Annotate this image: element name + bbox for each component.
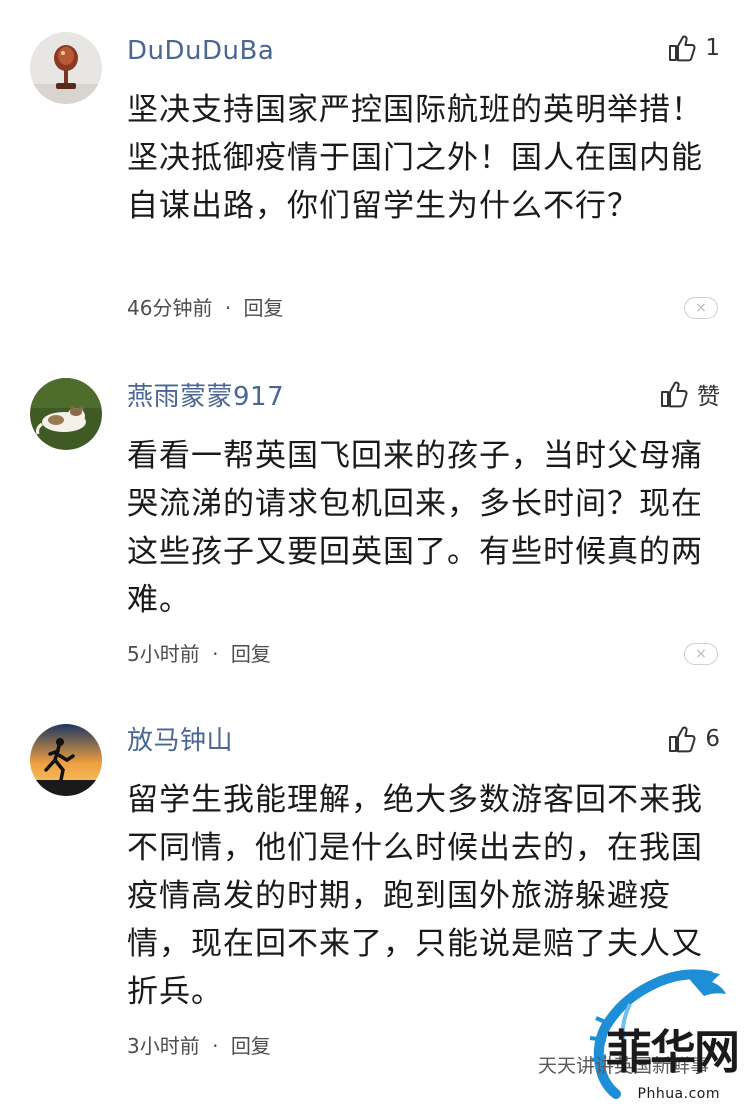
like-button[interactable]: 1 [667, 31, 720, 65]
trophy-avatar-image [30, 32, 102, 104]
comment-text: 看看一帮英国飞回来的孩子，当时父母痛哭流涕的请求包机回来，多长时间？现在这些孩子… [127, 438, 703, 618]
like-count: 1 [705, 35, 720, 61]
runner-sunset-avatar-image [30, 724, 102, 796]
comment-time: 5小时前 [127, 642, 200, 666]
comment-item: DuDuDuBa 1 坚决支持国家严控国际航班的英明举措！坚决抵御疫情于国门之外… [0, 0, 750, 350]
watermark-brand: 菲华网 [606, 1025, 740, 1079]
avatar[interactable] [30, 378, 102, 450]
like-button[interactable]: 赞 [659, 377, 720, 411]
reply-button[interactable]: 回复 [231, 642, 271, 666]
thumbs-up-icon [661, 381, 688, 408]
reply-button[interactable]: 回复 [244, 296, 284, 320]
comment-item: 燕雨蒙蒙917 赞 看看一帮英国飞回来的孩子，当时父母痛哭流涕的请求包机回来，多… [0, 350, 750, 700]
close-icon: × [695, 300, 707, 316]
meta-separator: · [224, 296, 232, 320]
cat-avatar-image [30, 378, 102, 450]
comment-meta: 46分钟前 · 回复 [127, 294, 284, 322]
meta-separator: · [212, 1034, 219, 1058]
comment-time: 46分钟前 [127, 296, 213, 320]
dismiss-button[interactable]: × [684, 297, 718, 319]
comment-time: 3小时前 [127, 1034, 200, 1058]
avatar[interactable] [30, 724, 102, 796]
like-count: 6 [705, 726, 720, 752]
watermark-site: Phhua.com [637, 1086, 720, 1102]
username[interactable]: DuDuDuBa [127, 34, 274, 68]
close-icon: × [695, 646, 707, 662]
comment-meta: 3小时前 · 回复 [127, 1032, 271, 1060]
reply-button[interactable]: 回复 [231, 1034, 271, 1058]
avatar[interactable] [30, 32, 102, 104]
comment-meta: 5小时前 · 回复 [127, 640, 271, 668]
dismiss-button[interactable]: × [684, 643, 718, 665]
username[interactable]: 放马钟山 [127, 724, 233, 758]
like-button[interactable]: 6 [667, 722, 720, 756]
thumbs-up-icon [669, 35, 696, 62]
meta-separator: · [212, 642, 219, 666]
username[interactable]: 燕雨蒙蒙917 [127, 380, 284, 414]
like-label: 赞 [697, 384, 720, 410]
thumbs-up-icon [669, 726, 696, 753]
comment-text: 坚决支持国家严控国际航班的英明举措！坚决抵御疫情于国门之外！国人在国内能自谋出路… [127, 92, 703, 224]
